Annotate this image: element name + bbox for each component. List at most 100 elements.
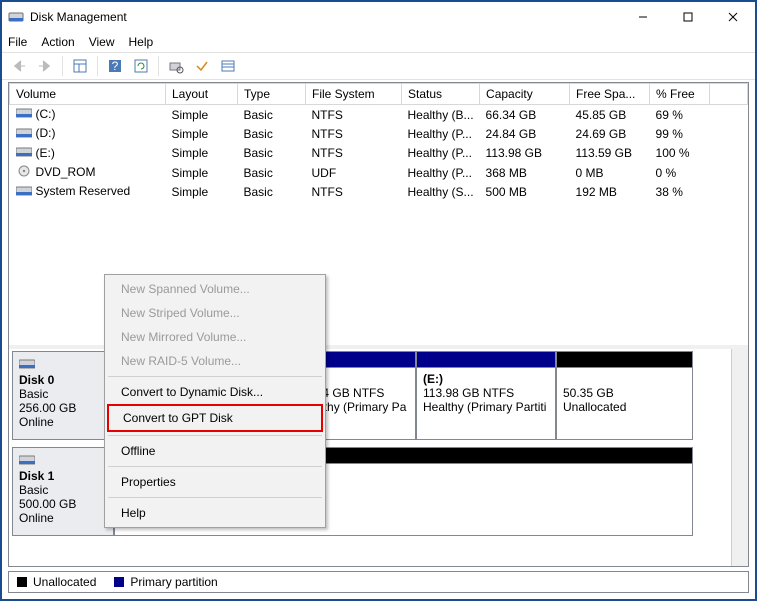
legend-primary-swatch	[114, 577, 124, 587]
column-header-layout[interactable]: Layout	[166, 84, 238, 105]
cell-capacity: 24.84 GB	[480, 124, 570, 143]
cell-capacity: 66.34 GB	[480, 105, 570, 125]
context-menu-item: New Mirrored Volume...	[107, 325, 323, 349]
volume-name: (D:)	[36, 126, 56, 140]
disk-header[interactable]: Disk 1Basic500.00 GBOnline	[12, 447, 114, 536]
context-menu-item[interactable]: Convert to Dynamic Disk...	[107, 380, 323, 404]
context-menu-item: New Spanned Volume...	[107, 277, 323, 301]
cell-status: Healthy (B...	[402, 105, 480, 125]
menu-file[interactable]: File	[8, 35, 27, 49]
cell-pct: 99 %	[650, 124, 710, 143]
help-button[interactable]: ?	[104, 55, 126, 77]
svg-text:?: ?	[112, 59, 119, 73]
cell-type: Basic	[238, 144, 306, 163]
disk-type: Basic	[19, 483, 48, 497]
vertical-scrollbar[interactable]	[731, 349, 748, 566]
column-header-capacity[interactable]: Capacity	[480, 84, 570, 105]
partition-title: (E:)	[423, 372, 443, 386]
partition-cell[interactable]: (E:)113.98 GB NTFSHealthy (Primary Parti…	[416, 367, 556, 440]
context-menu-item[interactable]: Convert to GPT Disk	[107, 404, 323, 432]
volume-row[interactable]: (C:)SimpleBasicNTFSHealthy (B...66.34 GB…	[10, 105, 748, 125]
volume-row[interactable]: System ReservedSimpleBasicNTFSHealthy (S…	[10, 182, 748, 201]
partition-status: Healthy (Primary Partiti	[423, 400, 546, 414]
cell-fs: UDF	[306, 163, 402, 182]
menu-help[interactable]: Help	[129, 35, 154, 49]
cell-free: 24.69 GB	[570, 124, 650, 143]
cell-type: Basic	[238, 105, 306, 125]
volume-name: System Reserved	[36, 184, 131, 198]
view-settings-button[interactable]	[69, 55, 91, 77]
minimize-button[interactable]	[620, 3, 665, 31]
column-header-free[interactable]: Free Spa...	[570, 84, 650, 105]
partition-size: 113.98 GB NTFS	[423, 386, 514, 400]
forward-button[interactable]	[34, 55, 56, 77]
context-menu-separator	[108, 497, 322, 498]
partition-size: 50.35 GB	[563, 386, 614, 400]
toolbar-separator	[97, 56, 98, 76]
volume-row[interactable]: (E:)SimpleBasicNTFSHealthy (P...113.98 G…	[10, 144, 748, 163]
cell-pct: 38 %	[650, 182, 710, 201]
check-button[interactable]	[191, 55, 213, 77]
refresh-button[interactable]	[130, 55, 152, 77]
legend-unallocated-swatch	[17, 577, 27, 587]
dvd-icon	[16, 165, 32, 180]
partition-cell[interactable]: 50.35 GBUnallocated	[556, 367, 693, 440]
legend-primary-label: Primary partition	[130, 575, 217, 589]
volume-row[interactable]: (D:)SimpleBasicNTFSHealthy (P...24.84 GB…	[10, 124, 748, 143]
cell-layout: Simple	[166, 163, 238, 182]
cell-type: Basic	[238, 182, 306, 201]
context-menu-separator	[108, 376, 322, 377]
hdd-icon	[16, 107, 32, 122]
disk-size: 256.00 GB	[19, 401, 76, 415]
cell-fs: NTFS	[306, 182, 402, 201]
volume-name: DVD_ROM	[36, 165, 96, 179]
context-menu-item: New RAID-5 Volume...	[107, 349, 323, 373]
disk-type: Basic	[19, 387, 48, 401]
legend-unallocated-label: Unallocated	[33, 575, 96, 589]
cell-pct: 100 %	[650, 144, 710, 163]
disk-status: Online	[19, 415, 54, 429]
column-header-fs[interactable]: File System	[306, 84, 402, 105]
cell-status: Healthy (P...	[402, 144, 480, 163]
column-header-pct[interactable]: % Free	[650, 84, 710, 105]
volume-row[interactable]: DVD_ROMSimpleBasicUDFHealthy (P...368 MB…	[10, 163, 748, 182]
cell-layout: Simple	[166, 144, 238, 163]
partition-stripe	[556, 351, 693, 367]
disk-header[interactable]: Disk 0Basic256.00 GBOnline	[12, 351, 114, 440]
context-menu-item[interactable]: Properties	[107, 470, 323, 494]
cell-free: 113.59 GB	[570, 144, 650, 163]
rescan-button[interactable]	[165, 55, 187, 77]
cell-status: Healthy (P...	[402, 124, 480, 143]
menu-view[interactable]: View	[89, 35, 115, 49]
column-header-volume[interactable]: Volume	[10, 84, 166, 105]
hdd-icon	[19, 455, 35, 469]
cell-free: 45.85 GB	[570, 105, 650, 125]
menubar: File Action View Help	[2, 32, 755, 52]
cell-capacity: 368 MB	[480, 163, 570, 182]
hdd-icon	[16, 127, 32, 142]
back-button[interactable]	[8, 55, 30, 77]
menu-action[interactable]: Action	[41, 35, 74, 49]
toolbar-separator	[62, 56, 63, 76]
cell-free: 192 MB	[570, 182, 650, 201]
column-header-status[interactable]: Status	[402, 84, 480, 105]
cell-fs: NTFS	[306, 144, 402, 163]
cell-pct: 0 %	[650, 163, 710, 182]
disk-context-menu: New Spanned Volume...New Striped Volume.…	[104, 274, 326, 528]
close-button[interactable]	[710, 3, 755, 31]
cell-capacity: 113.98 GB	[480, 144, 570, 163]
toolbar-separator	[158, 56, 159, 76]
context-menu-item[interactable]: Help	[107, 501, 323, 525]
context-menu-separator	[108, 435, 322, 436]
maximize-button[interactable]	[665, 3, 710, 31]
volume-table[interactable]: VolumeLayoutTypeFile SystemStatusCapacit…	[9, 83, 748, 202]
cell-layout: Simple	[166, 105, 238, 125]
hdd-icon	[19, 359, 35, 373]
window-title: Disk Management	[30, 10, 620, 24]
list-button[interactable]	[217, 55, 239, 77]
context-menu-item[interactable]: Offline	[107, 439, 323, 463]
column-header-type[interactable]: Type	[238, 84, 306, 105]
cell-type: Basic	[238, 163, 306, 182]
toolbar: ?	[2, 52, 755, 80]
titlebar: Disk Management	[2, 2, 755, 32]
